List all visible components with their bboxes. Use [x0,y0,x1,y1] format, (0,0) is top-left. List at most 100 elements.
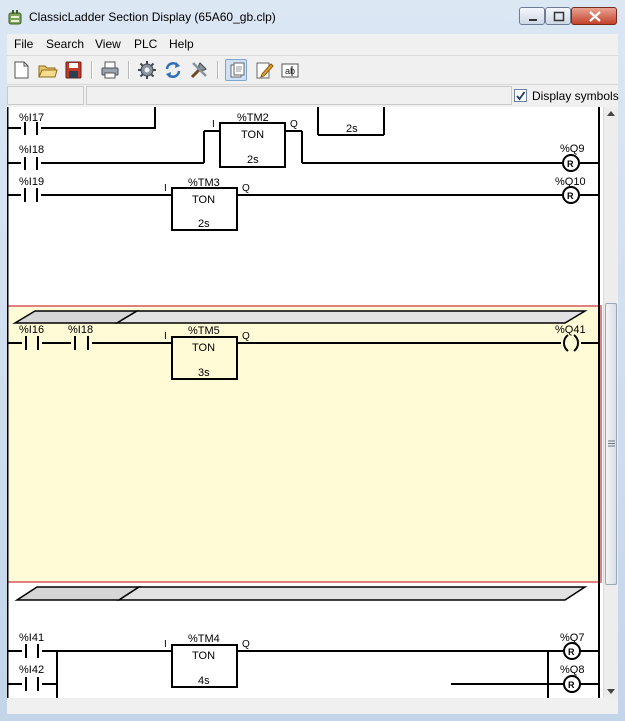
partial-block-preset: 2s [346,123,358,135]
contact-label: %I42 [19,664,44,676]
save-icon [65,61,82,79]
rung-separator-right [116,586,588,601]
section-options-row: Display symbols [7,85,619,107]
close-icon [589,11,601,22]
timer-id: %TM3 [188,177,220,189]
menu-plc[interactable]: PLC [134,37,157,51]
tools-button[interactable] [188,59,210,81]
minimize-icon [529,19,537,21]
scroll-up-button[interactable] [604,107,618,121]
checkmark-icon [516,91,526,101]
contact-i42[interactable]: %I42 [19,664,44,691]
arrow-down-icon [607,689,615,694]
coil-q7[interactable]: R %Q7 [560,632,584,660]
open-icon [38,65,58,78]
edit-icon [256,62,274,79]
contact-label: %I19 [19,176,44,188]
coil-label: %Q8 [560,664,584,676]
symbols-view-button[interactable] [225,59,247,81]
display-symbols-checkbox[interactable] [514,89,527,102]
vertical-scrollbar[interactable] [603,107,618,698]
contact-i18[interactable]: %I18 [19,144,44,170]
timer-tm3[interactable]: %TM3 TON 2s I Q [164,177,250,231]
window-title: ClassicLadder Section Display (65A60_gb.… [29,10,276,24]
menu-file[interactable]: File [14,37,33,51]
timer-id: %TM2 [237,112,269,124]
timer-id: %TM5 [188,325,220,337]
new-button[interactable] [10,59,32,81]
rung-1[interactable]: 2s %I17 %I18 %TM2 TON 2s I Q R %Q9 %I19 … [7,107,599,231]
symbols-view-icon [230,62,245,78]
rename-icon: ab [281,63,299,78]
save-button[interactable] [62,59,84,81]
section-name-field [7,86,84,105]
timer-type: TON [241,129,264,141]
toolbar: ab [7,56,618,85]
coil-label: %Q7 [560,632,584,644]
edit-button[interactable] [253,59,275,81]
rename-button[interactable]: ab [279,59,301,81]
scroll-down-button[interactable] [604,684,618,698]
arrow-up-icon [607,111,615,116]
coil-q8[interactable]: R %Q8 [560,664,584,693]
menu-view[interactable]: View [95,37,121,51]
refresh-button[interactable] [162,59,184,81]
toolbar-separator [91,61,93,79]
toolbar-separator [217,61,219,79]
close-button[interactable] [571,7,617,25]
contact-label: %I18 [68,324,93,336]
timer-tm4[interactable]: %TM4 TON 4s I Q [164,633,250,688]
ladder-canvas[interactable]: 2s %I17 %I18 %TM2 TON 2s I Q R %Q9 %I19 … [7,107,603,698]
rung-3[interactable]: %I41 %I42 %TM4 TON 4s I Q R %Q7 R %Q8 [7,586,599,698]
toolbar-separator [128,61,130,79]
timer-output-label: Q [242,183,250,194]
maximize-icon [553,11,565,22]
print-icon [101,61,119,79]
timer-type: TON [192,194,215,206]
menu-bar: File Search View PLC Help [7,34,618,56]
refresh-icon [165,62,181,78]
scroll-thumb[interactable] [605,303,617,585]
contact-i41[interactable]: %I41 [19,632,44,658]
ladder-diagram[interactable]: 2s %I17 %I18 %TM2 TON 2s I Q R %Q9 %I19 … [7,107,603,698]
print-button[interactable] [99,59,121,81]
coil-q9[interactable]: R %Q9 [560,143,584,172]
tools-icon [190,62,207,79]
coil-label: %Q10 [555,176,586,188]
title-bar[interactable]: ClassicLadder Section Display (65A60_gb.… [0,0,625,34]
contact-i17[interactable]: %I17 [19,112,44,135]
timer-preset: 4s [198,675,210,687]
menu-help[interactable]: Help [169,37,194,51]
maximize-button[interactable] [545,7,571,25]
app-window: ClassicLadder Section Display (65A60_gb.… [0,0,625,721]
new-icon [14,61,29,79]
timer-preset: 3s [198,367,210,379]
timer-output-label: Q [242,331,250,342]
selected-rung[interactable] [7,305,602,583]
coil-reset-mark: R [567,191,574,201]
contact-i19[interactable]: %I19 [19,176,44,202]
timer-input-label: I [164,331,167,342]
timer-input-label: I [212,119,215,130]
timer-type: TON [192,650,215,662]
coil-q10[interactable]: R %Q10 [555,176,586,204]
contact-label: %I18 [19,144,44,156]
open-button[interactable] [36,59,58,81]
coil-label: %Q41 [555,324,586,336]
timer-preset: 2s [198,218,210,230]
coil-reset-mark: R [568,647,575,657]
timer-input-label: I [164,183,167,194]
config-button[interactable] [136,59,158,81]
minimize-button[interactable] [519,7,545,25]
coil-label: %Q9 [560,143,584,155]
timer-id: %TM4 [188,633,220,645]
window-bottom-frame [7,698,618,714]
display-symbols-label[interactable]: Display symbols [532,89,619,103]
timer-type: TON [192,342,215,354]
timer-preset: 2s [247,154,259,166]
coil-reset-mark: R [567,159,574,169]
section-comment-field [86,86,512,105]
timer-tm2[interactable]: %TM2 TON 2s I Q [212,112,298,168]
config-icon [138,61,156,79]
menu-search[interactable]: Search [46,37,84,51]
